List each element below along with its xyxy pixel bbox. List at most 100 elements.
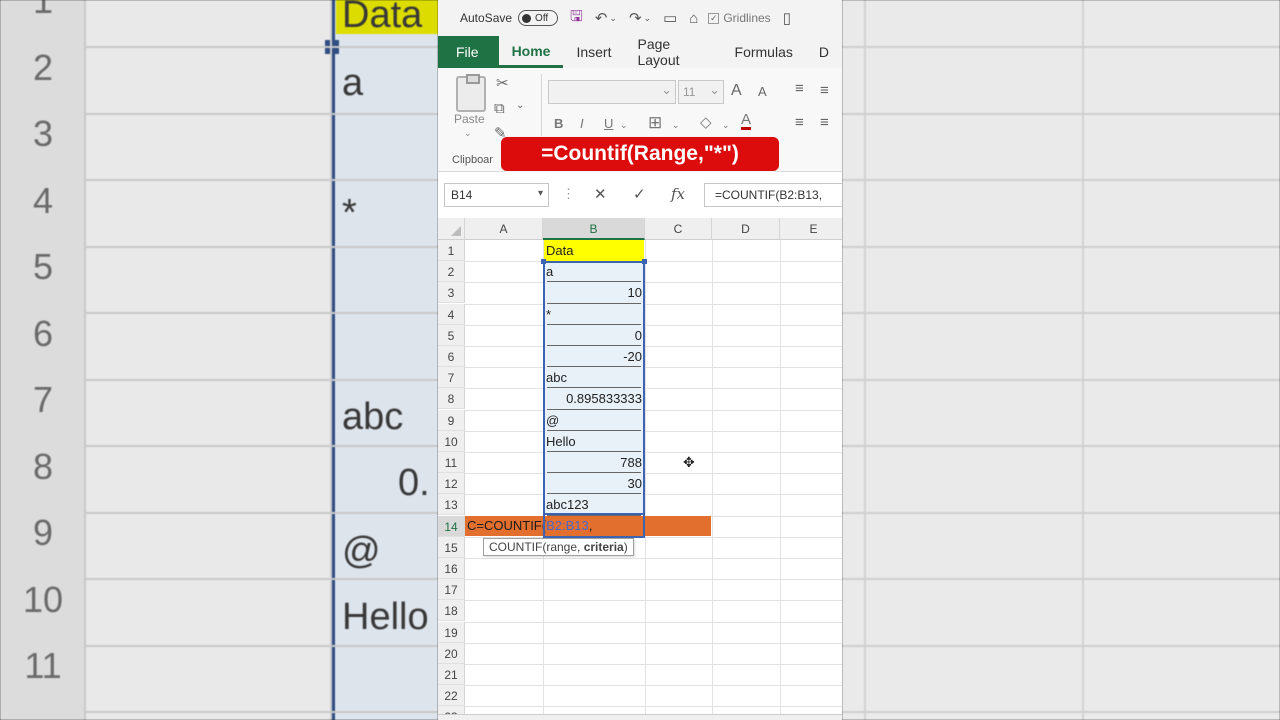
- fill-dropdown-icon[interactable]: ⌄: [722, 120, 730, 131]
- select-all-button[interactable]: [438, 218, 465, 240]
- column-header-a[interactable]: A: [465, 218, 543, 240]
- cancel-icon[interactable]: ✕: [594, 185, 607, 203]
- tab-file[interactable]: File: [438, 36, 499, 68]
- cell-b11[interactable]: 788: [546, 452, 642, 473]
- column-header-b[interactable]: B: [543, 218, 645, 240]
- edit-range-border: [543, 514, 645, 538]
- align-center-icon[interactable]: ≡: [820, 114, 829, 131]
- row-header-4[interactable]: 4: [438, 303, 465, 325]
- tooltip-close: ): [623, 540, 628, 554]
- cell-b8[interactable]: 0.895833333: [546, 388, 642, 409]
- open-folder-icon[interactable]: ⌂: [689, 10, 698, 27]
- enter-icon[interactable]: ✓: [633, 185, 646, 203]
- column-header-e[interactable]: E: [780, 218, 842, 240]
- name-box[interactable]: B14: [444, 183, 549, 207]
- font-size-box[interactable]: 11: [678, 80, 724, 104]
- column-header-c[interactable]: C: [645, 218, 712, 240]
- row-header-15[interactable]: 15: [438, 536, 465, 558]
- bg-row-number: 5: [32, 246, 54, 287]
- bold-button[interactable]: B: [554, 116, 563, 131]
- bg-row-number: 1: [32, 0, 54, 21]
- undo-icon[interactable]: ↶: [595, 9, 608, 27]
- bg-row-number: 10: [22, 578, 64, 620]
- autosave-toggle[interactable]: Off: [518, 10, 559, 26]
- align-middle-icon[interactable]: ≡: [820, 82, 829, 99]
- row-header-5[interactable]: 5: [438, 324, 465, 346]
- tab-home[interactable]: Home: [498, 36, 564, 68]
- cell-b9[interactable]: @: [546, 410, 642, 431]
- copy-dropdown-icon[interactable]: ⌄: [516, 100, 524, 111]
- column-header-d[interactable]: D: [712, 218, 780, 240]
- toggle-state: Off: [535, 12, 549, 24]
- cell-b1[interactable]: Data: [546, 240, 642, 261]
- bg-row-number: 11: [24, 645, 62, 686]
- shrink-font-icon[interactable]: A: [758, 84, 767, 99]
- row-header-7[interactable]: 7: [438, 367, 465, 389]
- save-icon[interactable]: 🖫: [570, 6, 583, 31]
- bg-row-number: 8: [32, 445, 54, 487]
- borders-icon[interactable]: ⊞: [648, 113, 662, 133]
- row-header-3[interactable]: 3: [438, 282, 465, 304]
- row-header-10[interactable]: 10: [438, 430, 465, 452]
- tab-data[interactable]: D: [806, 36, 842, 68]
- formula-input[interactable]: =COUNTIF(B2:B13,: [704, 183, 842, 207]
- font-color-icon[interactable]: A: [741, 112, 752, 130]
- underline-button[interactable]: U: [604, 116, 613, 131]
- row-header-12[interactable]: 12: [438, 473, 465, 495]
- row-header-17[interactable]: 17: [438, 579, 465, 601]
- row-header-19[interactable]: 19: [438, 621, 465, 643]
- grow-font-icon[interactable]: A: [731, 82, 742, 100]
- fill-color-icon[interactable]: ◇: [700, 113, 712, 131]
- align-left-icon[interactable]: ≡: [795, 114, 804, 131]
- row-header-18[interactable]: 18: [438, 600, 465, 622]
- row-header-9[interactable]: 9: [438, 409, 465, 431]
- cell-b4[interactable]: *: [546, 304, 642, 325]
- align-top-icon[interactable]: ≡: [795, 80, 804, 97]
- cell-b13[interactable]: abc123: [546, 494, 642, 515]
- row-header-16[interactable]: 16: [438, 558, 465, 579]
- function-tooltip[interactable]: COUNTIF(range, criteria): [483, 538, 634, 556]
- horizontal-scrollbar[interactable]: [438, 714, 842, 720]
- redo-icon[interactable]: ↷: [629, 9, 642, 27]
- range-handle-top-right[interactable]: [642, 259, 647, 264]
- row-header-13[interactable]: 13: [438, 494, 465, 516]
- cell-b10[interactable]: Hello: [546, 431, 642, 452]
- redo-dropdown-icon[interactable]: ⌄: [644, 13, 652, 24]
- row-header-14[interactable]: 14: [438, 515, 465, 537]
- undo-dropdown-icon[interactable]: ⌄: [609, 13, 617, 24]
- italic-button[interactable]: I: [580, 116, 584, 131]
- document-icon[interactable]: ▯: [783, 9, 791, 27]
- cell-b7[interactable]: abc: [546, 367, 642, 388]
- edit-prefix: C=COUNTIF(: [467, 518, 547, 533]
- bg-cell-abc: abc: [342, 396, 404, 438]
- underline-dropdown-icon[interactable]: ⌄: [620, 120, 628, 131]
- cell-b6[interactable]: -20: [546, 346, 642, 367]
- row-header-6[interactable]: 6: [438, 346, 465, 367]
- paste-dropdown-icon[interactable]: ⌄: [464, 128, 472, 139]
- copy-icon[interactable]: ⧉: [494, 100, 505, 117]
- worksheet-grid[interactable]: A B C D E 1 2 3 4 5 6 7 8 9 10 11 12 13 14 15 16 17 18 19 2…: [438, 218, 842, 720]
- excel-window: AutoSave Off 🖫 ↶ ⌄ ↷ ⌄ ▭ ⌂ ✓ Gridlines ▯ …: [438, 0, 842, 720]
- more-options-icon[interactable]: ⋮: [562, 186, 575, 202]
- tab-page-layout[interactable]: Page Layout: [624, 36, 721, 68]
- row-header-8[interactable]: 8: [438, 388, 465, 410]
- borders-dropdown-icon[interactable]: ⌄: [672, 120, 680, 131]
- font-name-box[interactable]: [548, 80, 676, 104]
- row-header-22[interactable]: 22: [438, 685, 465, 707]
- row-header-21[interactable]: 21: [438, 664, 465, 685]
- row-header-20[interactable]: 20: [438, 642, 465, 664]
- insert-function-icon[interactable]: fx: [671, 185, 685, 203]
- picture-icon[interactable]: ▭: [663, 9, 677, 27]
- cut-icon[interactable]: ✂: [496, 74, 509, 92]
- cell-b12[interactable]: 30: [546, 473, 642, 494]
- cell-b5[interactable]: 0: [546, 325, 642, 346]
- tab-insert[interactable]: Insert: [563, 36, 624, 68]
- gridlines-toggle[interactable]: ✓ Gridlines: [708, 11, 771, 25]
- tab-formulas[interactable]: Formulas: [722, 36, 806, 68]
- cell-b3[interactable]: 10: [546, 282, 642, 303]
- cell-b2[interactable]: a: [546, 261, 642, 282]
- row-header-1[interactable]: 1: [438, 240, 465, 261]
- row-header-2[interactable]: 2: [438, 261, 465, 283]
- paste-icon[interactable]: [456, 74, 486, 112]
- row-header-11[interactable]: 11: [438, 452, 465, 473]
